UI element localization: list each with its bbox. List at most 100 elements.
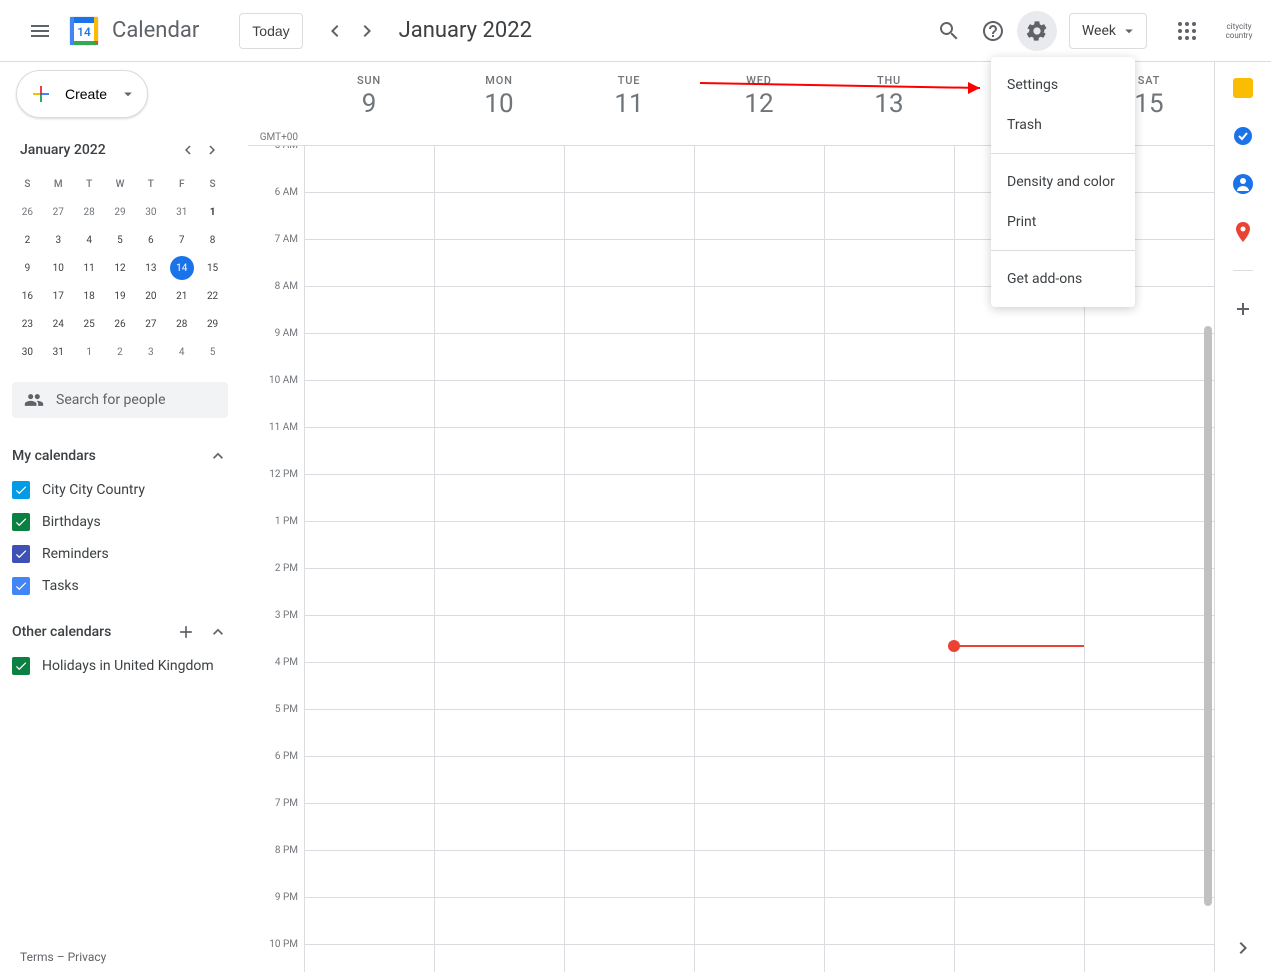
day-column[interactable] <box>304 146 434 972</box>
mini-day[interactable]: 7 <box>166 226 197 254</box>
menu-item-print[interactable]: Print <box>991 202 1135 242</box>
mini-day[interactable]: 27 <box>43 198 74 226</box>
scrollbar[interactable] <box>1202 146 1214 972</box>
mini-day[interactable]: 4 <box>74 226 105 254</box>
mini-day[interactable]: 11 <box>74 254 105 282</box>
calendar-checkbox[interactable] <box>12 513 30 531</box>
day-header[interactable]: TUE11 <box>564 62 694 145</box>
mini-day[interactable]: 8 <box>197 226 228 254</box>
mini-day[interactable]: 2 <box>105 338 136 366</box>
day-header[interactable]: SUN9 <box>304 62 434 145</box>
mini-day[interactable]: 30 <box>135 198 166 226</box>
day-header[interactable]: WED12 <box>694 62 824 145</box>
mini-day[interactable]: 26 <box>12 198 43 226</box>
mini-day[interactable]: 1 <box>197 198 228 226</box>
terms-link[interactable]: Terms <box>20 950 54 964</box>
menu-item-settings[interactable]: Settings <box>991 65 1135 105</box>
mini-day[interactable]: 2 <box>12 226 43 254</box>
mini-day[interactable]: 20 <box>135 282 166 310</box>
add-addon-icon[interactable] <box>1233 299 1253 319</box>
hide-side-panel[interactable] <box>1231 936 1255 960</box>
mini-day[interactable]: 25 <box>74 310 105 338</box>
mini-prev-month[interactable] <box>176 138 200 162</box>
mini-day[interactable]: 28 <box>166 310 197 338</box>
menu-item-density-and-color[interactable]: Density and color <box>991 162 1135 202</box>
mini-day[interactable]: 3 <box>135 338 166 366</box>
mini-day[interactable]: 26 <box>105 310 136 338</box>
main-menu-button[interactable] <box>16 7 64 55</box>
mini-day[interactable]: 1 <box>74 338 105 366</box>
add-calendar-icon[interactable] <box>176 622 196 642</box>
mini-day[interactable]: 4 <box>166 338 197 366</box>
mini-day[interactable]: 29 <box>197 310 228 338</box>
calendar-checkbox[interactable] <box>12 577 30 595</box>
day-column[interactable] <box>824 146 954 972</box>
tasks-icon[interactable] <box>1233 126 1253 146</box>
mini-day[interactable]: 21 <box>166 282 197 310</box>
search-button[interactable] <box>929 11 969 51</box>
mini-day[interactable]: 27 <box>135 310 166 338</box>
settings-button[interactable] <box>1017 11 1057 51</box>
menu-item-trash[interactable]: Trash <box>991 105 1135 145</box>
other-calendars-toggle[interactable]: Other calendars <box>12 614 228 650</box>
mini-day[interactable]: 5 <box>197 338 228 366</box>
privacy-link[interactable]: Privacy <box>68 950 107 964</box>
mini-day[interactable]: 10 <box>43 254 74 282</box>
next-week-button[interactable] <box>351 15 383 47</box>
day-header[interactable]: MON10 <box>434 62 564 145</box>
mini-day[interactable]: 24 <box>43 310 74 338</box>
mini-day[interactable]: 28 <box>74 198 105 226</box>
create-button[interactable]: Create <box>16 70 148 118</box>
mini-next-month[interactable] <box>200 138 224 162</box>
mini-day[interactable]: 31 <box>166 198 197 226</box>
calendar-item[interactable]: Tasks <box>12 570 228 602</box>
day-column[interactable] <box>694 146 824 972</box>
mini-day[interactable]: 29 <box>105 198 136 226</box>
support-button[interactable] <box>973 11 1013 51</box>
mini-day[interactable]: 3 <box>43 226 74 254</box>
mini-day[interactable]: 16 <box>12 282 43 310</box>
calendar-item[interactable]: Holidays in United Kingdom <box>12 650 228 682</box>
mini-day[interactable]: 14 <box>170 256 194 280</box>
mini-day[interactable]: 19 <box>105 282 136 310</box>
mini-day[interactable]: 12 <box>105 254 136 282</box>
mini-day[interactable]: 13 <box>135 254 166 282</box>
day-column[interactable] <box>564 146 694 972</box>
day-header[interactable]: THU13 <box>824 62 954 145</box>
prev-week-button[interactable] <box>319 15 351 47</box>
mini-day[interactable]: 5 <box>105 226 136 254</box>
mini-day[interactable]: 18 <box>74 282 105 310</box>
calendar-item[interactable]: Reminders <box>12 538 228 570</box>
keep-icon[interactable] <box>1233 78 1253 98</box>
mini-day[interactable]: 22 <box>197 282 228 310</box>
calendar-item[interactable]: City City Country <box>12 474 228 506</box>
calendar-checkbox[interactable] <box>12 545 30 563</box>
current-time-dot <box>948 640 960 652</box>
logo-area[interactable]: 14 Calendar <box>64 11 199 51</box>
view-selector[interactable]: Week <box>1069 13 1147 49</box>
contacts-icon[interactable] <box>1233 174 1253 194</box>
help-icon <box>981 19 1005 43</box>
mini-day[interactable]: 31 <box>43 338 74 366</box>
menu-item-get-add-ons[interactable]: Get add-ons <box>991 259 1135 299</box>
time-label: 10 AM <box>248 375 304 422</box>
day-column[interactable] <box>434 146 564 972</box>
google-apps-button[interactable] <box>1163 7 1211 55</box>
today-button[interactable]: Today <box>239 13 302 49</box>
chevron-right-icon <box>1231 936 1255 960</box>
mini-day[interactable]: 15 <box>197 254 228 282</box>
account-avatar[interactable]: citycity country <box>1223 15 1255 47</box>
chevron-left-icon <box>179 141 197 159</box>
search-people-input[interactable]: Search for people <box>12 382 228 418</box>
maps-icon[interactable] <box>1233 222 1253 242</box>
mini-day[interactable]: 23 <box>12 310 43 338</box>
mini-dow: M <box>43 170 74 198</box>
mini-day[interactable]: 9 <box>12 254 43 282</box>
my-calendars-toggle[interactable]: My calendars <box>12 438 228 474</box>
mini-day[interactable]: 30 <box>12 338 43 366</box>
calendar-checkbox[interactable] <box>12 657 30 675</box>
calendar-checkbox[interactable] <box>12 481 30 499</box>
mini-day[interactable]: 17 <box>43 282 74 310</box>
mini-day[interactable]: 6 <box>135 226 166 254</box>
calendar-item[interactable]: Birthdays <box>12 506 228 538</box>
